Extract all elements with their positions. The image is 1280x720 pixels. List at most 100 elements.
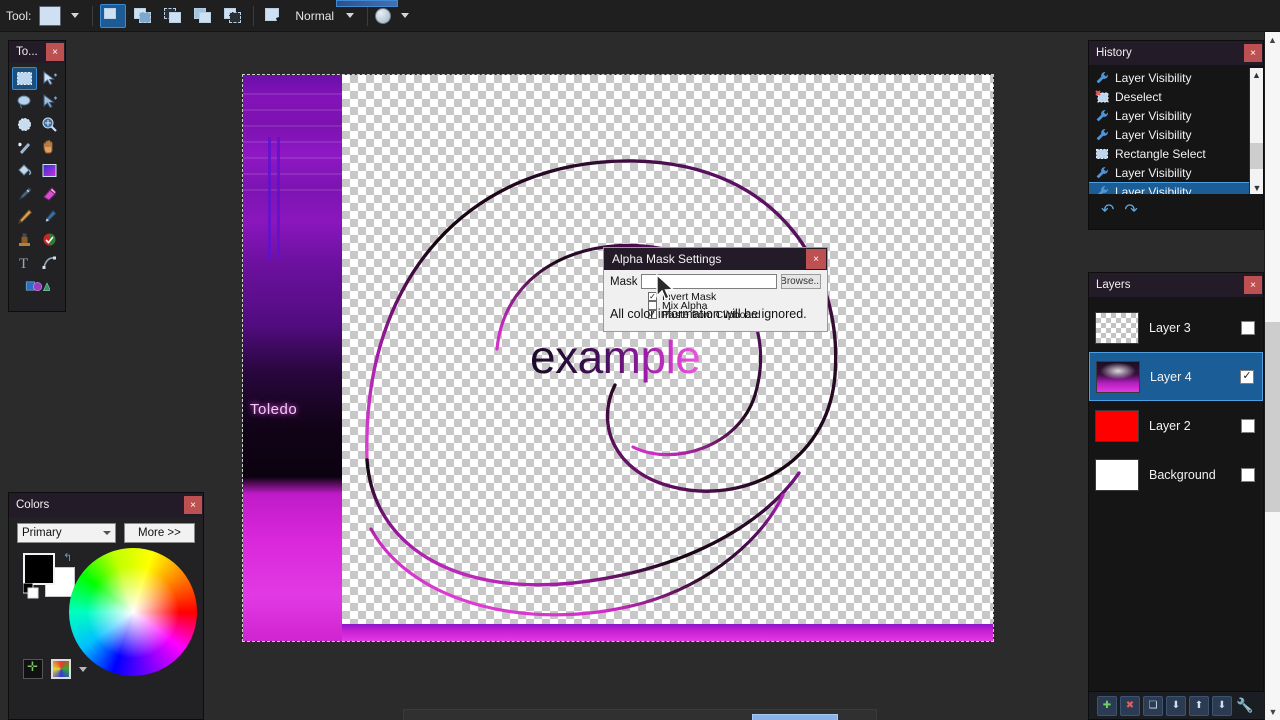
history-item[interactable]: Layer Visibility	[1089, 182, 1263, 194]
move-layer-down-button[interactable]: ⬇	[1212, 695, 1232, 716]
line-curve-icon	[42, 256, 56, 269]
selection-union-button[interactable]	[130, 4, 156, 28]
pan-tool[interactable]	[37, 136, 62, 159]
add-swatch-icon[interactable]	[23, 659, 43, 679]
history-item[interactable]: Layer Visibility	[1089, 125, 1263, 144]
scroll-down-icon[interactable]: ▼	[1265, 704, 1280, 720]
more-colors-button[interactable]: More >>	[123, 523, 195, 543]
toolbar-divider	[92, 5, 94, 26]
recolor-tool[interactable]	[37, 228, 62, 251]
history-panel-header[interactable]: History ×	[1089, 41, 1263, 65]
text-tool[interactable]: T	[12, 251, 37, 274]
color-mode-dropdown[interactable]: Primary	[17, 523, 116, 543]
scroll-up-icon[interactable]: ▲	[1265, 32, 1280, 48]
scrollbar-thumb[interactable]	[1265, 322, 1280, 512]
paint-bucket-tool[interactable]	[12, 159, 37, 182]
layer-visibility-checkbox[interactable]	[1241, 320, 1255, 335]
history-scrollbar[interactable]: ▲ ▼	[1249, 68, 1263, 194]
layer-visibility-checkbox[interactable]	[1241, 418, 1255, 433]
palette-icon[interactable]	[51, 659, 71, 679]
chevron-down-icon[interactable]	[401, 13, 410, 18]
magic-wand-tool[interactable]	[12, 136, 37, 159]
lasso-select-tool[interactable]	[12, 90, 37, 113]
layer-row[interactable]: Background	[1089, 450, 1263, 499]
rectangle-select-tool[interactable]	[12, 67, 37, 90]
duplicate-layer-button[interactable]: ❏	[1143, 695, 1163, 716]
clone-stamp-tool[interactable]	[12, 228, 37, 251]
scroll-down-icon[interactable]: ▼	[1250, 181, 1263, 194]
selection-replace-button[interactable]	[100, 3, 127, 28]
canvas-area[interactable]: Toledo example	[242, 74, 994, 642]
eraser-icon	[43, 187, 57, 201]
layer-row[interactable]: Layer 2	[1089, 401, 1263, 450]
history-scroll-thumb[interactable]	[1250, 143, 1263, 169]
shapes-tool[interactable]	[25, 274, 50, 297]
antialiasing-icon[interactable]	[375, 7, 392, 24]
move-layer-up-button[interactable]: ⬆	[1189, 695, 1209, 716]
history-item[interactable]: Layer Visibility	[1089, 68, 1263, 87]
reset-colors-icon[interactable]	[23, 583, 39, 599]
tools-panel-header[interactable]: To... ×	[9, 41, 65, 63]
move-selected-icon	[43, 71, 57, 86]
gradient-tool[interactable]	[37, 159, 62, 182]
layer-properties-button[interactable]: 🔧	[1235, 696, 1255, 716]
history-item[interactable]: Layer Visibility	[1089, 163, 1263, 182]
line-curve-tool[interactable]	[37, 251, 62, 274]
close-icon[interactable]: ×	[46, 43, 64, 61]
delete-layer-button[interactable]: ✖	[1120, 695, 1140, 716]
history-list[interactable]: Layer Visibility Deselect Layer Visibility…	[1089, 68, 1263, 194]
chevron-down-icon[interactable]	[346, 13, 355, 18]
selection-xor-button[interactable]	[220, 4, 246, 28]
window-scrollbar[interactable]: ▲ ▼	[1264, 32, 1280, 720]
wrench-icon	[1095, 166, 1109, 180]
clone-stamp-icon	[19, 233, 30, 246]
bottom-dialog-primary-button[interactable]	[752, 714, 838, 720]
close-icon[interactable]: ×	[1244, 44, 1262, 62]
chevron-down-icon[interactable]	[79, 666, 87, 672]
bottom-partial-dialog[interactable]	[403, 709, 877, 720]
eraser-tool[interactable]	[37, 182, 62, 205]
browse-button[interactable]: Browse...	[781, 274, 821, 289]
selection-exclude-button[interactable]	[160, 4, 186, 28]
redo-arrow-icon[interactable]: ↷	[1124, 200, 1137, 220]
close-icon[interactable]: ×	[184, 496, 202, 514]
magnifier-icon	[42, 117, 57, 132]
chevron-down-icon[interactable]	[71, 13, 80, 18]
swap-colors-icon[interactable]: ↰	[63, 551, 72, 564]
chevron-down-icon	[102, 531, 111, 535]
move-selected-tool[interactable]	[37, 67, 62, 90]
undo-arrow-icon[interactable]: ↶	[1101, 200, 1114, 220]
close-icon[interactable]: ×	[806, 249, 826, 269]
window-tab-strip[interactable]	[336, 0, 398, 7]
layer-visibility-checkbox[interactable]: ✓	[1240, 369, 1254, 384]
color-picker-tool[interactable]	[37, 205, 62, 228]
zoom-tool[interactable]	[37, 113, 62, 136]
dialog-titlebar[interactable]: Alpha Mask Settings ×	[604, 248, 827, 270]
layer-row[interactable]: Layer 3	[1089, 303, 1263, 352]
layer-thumbnail-photo	[1097, 361, 1139, 392]
colors-panel-header[interactable]: Colors ×	[9, 493, 203, 517]
pencil-tool[interactable]	[12, 205, 37, 228]
primary-color-swatch[interactable]	[23, 553, 55, 585]
scroll-up-icon[interactable]: ▲	[1250, 68, 1263, 81]
layer-visibility-checkbox[interactable]	[1241, 467, 1255, 482]
fill-mode-button[interactable]	[261, 4, 287, 28]
history-item[interactable]: Layer Visibility	[1089, 106, 1263, 125]
close-icon[interactable]: ×	[1244, 276, 1262, 294]
layers-panel-header[interactable]: Layers ×	[1089, 273, 1263, 297]
history-item[interactable]: Deselect	[1089, 87, 1263, 106]
tools-panel: To... × T	[8, 40, 66, 312]
layers-list[interactable]: Layer 3 Layer 4 ✓ Layer 2 Background	[1089, 297, 1263, 499]
paintbrush-tool[interactable]	[12, 182, 37, 205]
ellipse-select-tool[interactable]	[12, 113, 37, 136]
tools-grid: T	[9, 63, 65, 301]
dialog-footnote: All color information will be ignored.	[610, 307, 807, 321]
active-tool-swatch[interactable]	[39, 5, 62, 26]
history-item[interactable]: Rectangle Select	[1089, 144, 1263, 163]
move-selection-tool[interactable]	[37, 90, 62, 113]
color-wheel[interactable]	[69, 548, 197, 676]
add-layer-button[interactable]: ✚	[1097, 695, 1117, 716]
selection-intersect-button[interactable]	[190, 4, 216, 28]
layer-row[interactable]: Layer 4 ✓	[1089, 352, 1263, 401]
merge-layer-down-button[interactable]: ⬇	[1166, 695, 1186, 716]
